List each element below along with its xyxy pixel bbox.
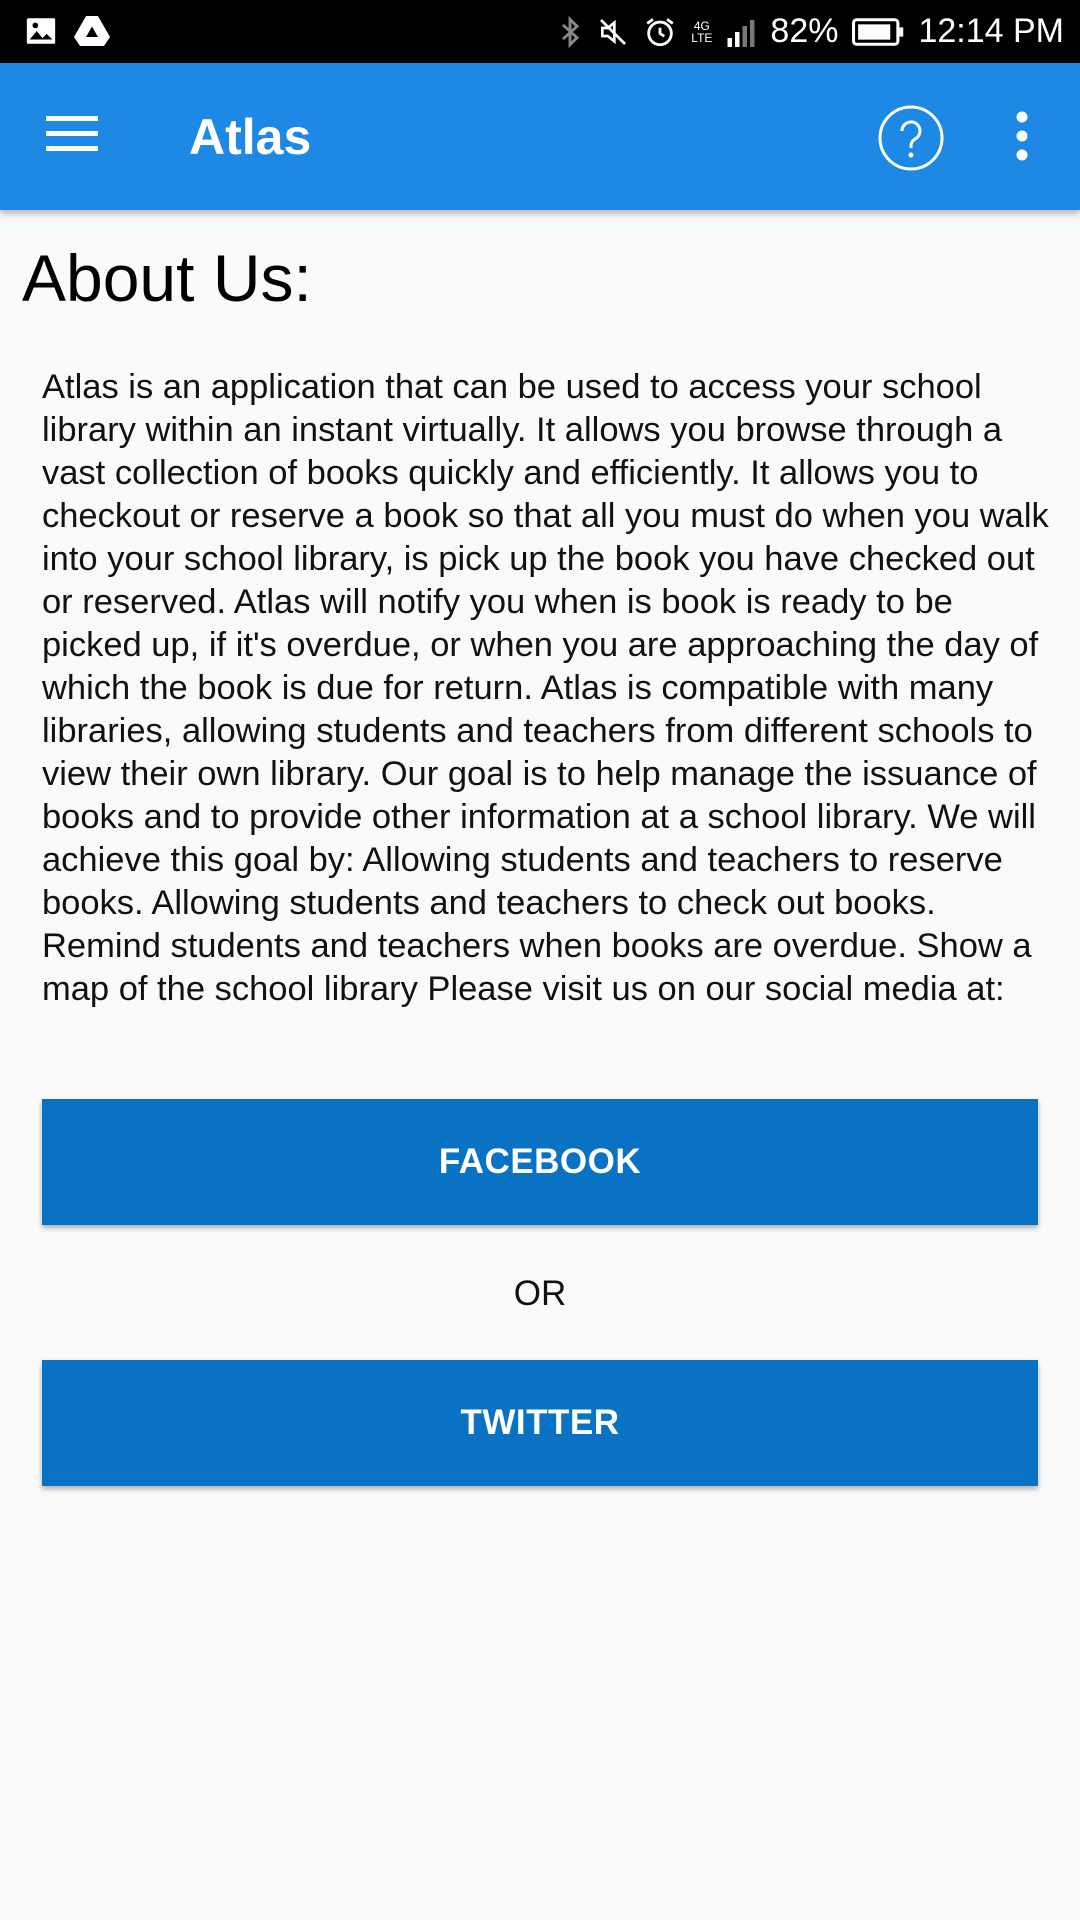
battery-icon (852, 17, 904, 47)
more-vert-icon (1014, 111, 1030, 166)
drive-icon (74, 14, 110, 48)
status-left-icons (24, 14, 110, 48)
facebook-button[interactable]: FACEBOOK (42, 1099, 1038, 1225)
clock: 12:14 PM (918, 12, 1064, 50)
page-title: About Us: (22, 241, 312, 315)
menu-icon (46, 114, 98, 159)
bluetooth-icon (557, 15, 583, 49)
menu-button[interactable] (30, 98, 114, 174)
app-title: Atlas (189, 109, 312, 165)
twitter-button[interactable]: TWITTER (42, 1360, 1038, 1486)
network-label-top: 4G (693, 18, 710, 33)
network-type-icon: 4G LTE (691, 20, 712, 44)
app-bar: Atlas (0, 63, 1080, 210)
alarm-icon (643, 15, 677, 49)
network-label-bottom: LTE (691, 30, 713, 45)
mute-icon (597, 16, 629, 48)
battery-percent: 82% (770, 12, 839, 50)
status-bar: 4G LTE 82% 12:14 PM (0, 0, 1080, 63)
more-options-button[interactable] (1000, 103, 1044, 173)
help-icon (876, 105, 946, 177)
gallery-icon (24, 14, 58, 48)
about-description: Atlas is an application that can be used… (42, 368, 1049, 1008)
help-button[interactable] (876, 103, 946, 173)
signal-icon (726, 17, 756, 47)
or-separator: OR (513, 1274, 567, 1313)
status-right-icons: 4G LTE 82% 12:14 PM (557, 0, 1064, 63)
